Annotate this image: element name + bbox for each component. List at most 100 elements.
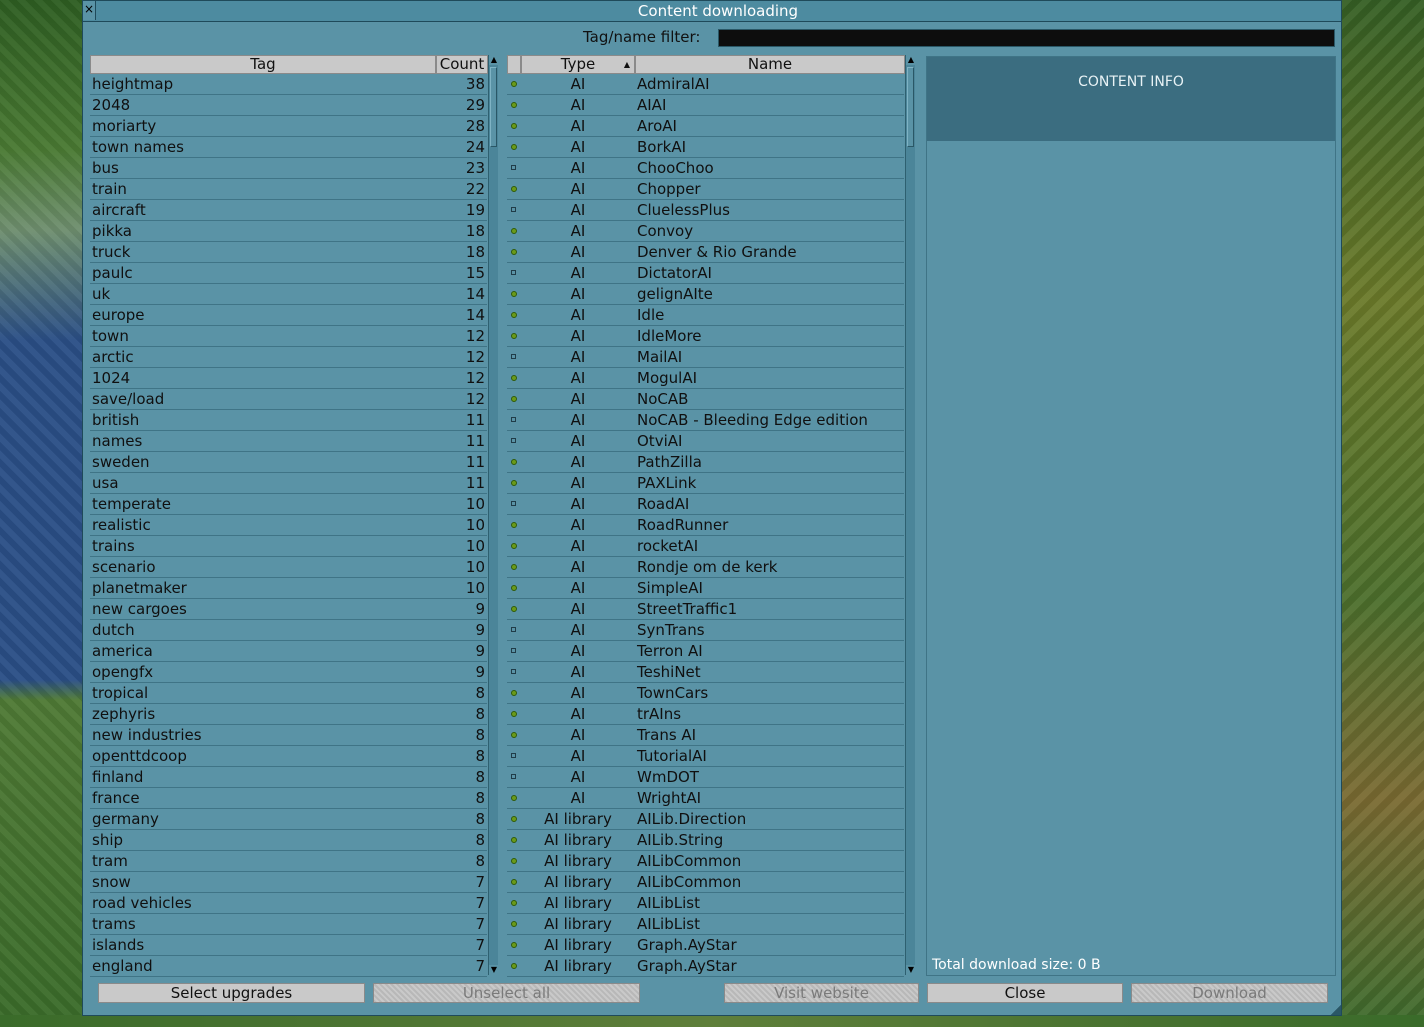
status-available-icon[interactable] — [511, 795, 517, 801]
content-row[interactable]: AI WmDOT — [507, 767, 904, 788]
status-available-icon[interactable] — [511, 480, 517, 486]
status-unavailable-icon[interactable] — [511, 438, 516, 443]
content-row[interactable]: AI library Graph.AyStar — [507, 956, 904, 977]
status-available-icon[interactable] — [511, 123, 517, 129]
type-column-header[interactable]: Type ▲ — [521, 55, 635, 74]
status-available-icon[interactable] — [511, 837, 517, 843]
status-unavailable-icon[interactable] — [511, 627, 516, 632]
scroll-down-icon[interactable]: ▼ — [906, 965, 916, 975]
status-available-icon[interactable] — [511, 711, 517, 717]
content-row[interactable]: AI NoCAB — [507, 389, 904, 410]
tag-row[interactable]: arctic 12 — [90, 347, 487, 368]
content-row[interactable]: AI IdleMore — [507, 326, 904, 347]
tag-row[interactable]: 1024 12 — [90, 368, 487, 389]
tag-column-header[interactable]: Tag — [90, 55, 436, 74]
tag-row[interactable]: france 8 — [90, 788, 487, 809]
status-available-icon[interactable] — [511, 900, 517, 906]
content-row[interactable]: AI RoadRunner — [507, 515, 904, 536]
content-row[interactable]: AI PAXLink — [507, 473, 904, 494]
status-available-icon[interactable] — [511, 879, 517, 885]
content-row[interactable]: AI library Graph.AyStar — [507, 935, 904, 956]
tag-row[interactable]: usa 11 — [90, 473, 487, 494]
content-list-scrollbar[interactable]: ▲ ▼ — [905, 55, 916, 975]
tag-row[interactable]: scenario 10 — [90, 557, 487, 578]
tag-row[interactable]: sweden 11 — [90, 452, 487, 473]
scroll-up-icon[interactable]: ▲ — [489, 55, 499, 65]
status-available-icon[interactable] — [511, 333, 517, 339]
content-row[interactable]: AI library AILib.String — [507, 830, 904, 851]
tag-row[interactable]: trams 7 — [90, 914, 487, 935]
status-unavailable-icon[interactable] — [511, 165, 516, 170]
tag-list-scrollbar[interactable]: ▲ ▼ — [488, 55, 499, 975]
tag-row[interactable]: england 7 — [90, 956, 487, 977]
select-upgrades-button[interactable]: Select upgrades — [98, 983, 365, 1003]
tag-row[interactable]: dutch 9 — [90, 620, 487, 641]
status-unavailable-icon[interactable] — [511, 669, 516, 674]
content-row[interactable]: AI SimpleAI — [507, 578, 904, 599]
content-row[interactable]: AI Terron AI — [507, 641, 904, 662]
tag-row[interactable]: tram 8 — [90, 851, 487, 872]
status-unavailable-icon[interactable] — [511, 753, 516, 758]
tag-row[interactable]: germany 8 — [90, 809, 487, 830]
tag-row[interactable]: town 12 — [90, 326, 487, 347]
resize-handle[interactable] — [1331, 1005, 1341, 1015]
content-row[interactable]: AI AdmiralAI — [507, 74, 904, 95]
tag-row[interactable]: islands 7 — [90, 935, 487, 956]
content-row[interactable]: AI AIAI — [507, 95, 904, 116]
title-bar[interactable]: × Content downloading — [83, 1, 1341, 22]
tag-row[interactable]: snow 7 — [90, 872, 487, 893]
content-row[interactable]: AI library AILib.Direction — [507, 809, 904, 830]
tag-row[interactable]: town names 24 — [90, 137, 487, 158]
status-unavailable-icon[interactable] — [511, 417, 516, 422]
status-available-icon[interactable] — [511, 606, 517, 612]
content-row[interactable]: AI PathZilla — [507, 452, 904, 473]
content-row[interactable]: AI library AILibList — [507, 914, 904, 935]
status-available-icon[interactable] — [511, 942, 517, 948]
content-row[interactable]: AI OtviAI — [507, 431, 904, 452]
content-row[interactable]: AI SynTrans — [507, 620, 904, 641]
status-available-icon[interactable] — [511, 963, 517, 969]
status-available-icon[interactable] — [511, 564, 517, 570]
status-unavailable-icon[interactable] — [511, 774, 516, 779]
content-row[interactable]: AI MailAI — [507, 347, 904, 368]
count-column-header[interactable]: Count — [436, 55, 488, 74]
status-available-icon[interactable] — [511, 375, 517, 381]
status-available-icon[interactable] — [511, 816, 517, 822]
content-row[interactable]: AI ChooChoo — [507, 158, 904, 179]
tag-row[interactable]: tropical 8 — [90, 683, 487, 704]
content-row[interactable]: AI Idle — [507, 305, 904, 326]
status-available-icon[interactable] — [511, 312, 517, 318]
content-scroll-thumb[interactable] — [907, 67, 914, 147]
close-button[interactable]: Close — [927, 983, 1123, 1003]
scroll-down-icon[interactable]: ▼ — [489, 965, 499, 975]
tag-row[interactable]: bus 23 — [90, 158, 487, 179]
content-row[interactable]: AI TeshiNet — [507, 662, 904, 683]
status-available-icon[interactable] — [511, 858, 517, 864]
tag-row[interactable]: planetmaker 10 — [90, 578, 487, 599]
content-row[interactable]: AI RoadAI — [507, 494, 904, 515]
download-button[interactable]: Download — [1131, 983, 1328, 1003]
status-unavailable-icon[interactable] — [511, 648, 516, 653]
scroll-up-icon[interactable]: ▲ — [906, 55, 916, 65]
status-unavailable-icon[interactable] — [511, 270, 516, 275]
content-row[interactable]: AI Rondje om de kerk — [507, 557, 904, 578]
status-available-icon[interactable] — [511, 732, 517, 738]
content-row[interactable]: AI Trans AI — [507, 725, 904, 746]
visit-website-button[interactable]: Visit website — [724, 983, 919, 1003]
content-row[interactable]: AI library AILibList — [507, 893, 904, 914]
tag-row[interactable]: pikka 18 — [90, 221, 487, 242]
content-row[interactable]: AI AroAI — [507, 116, 904, 137]
status-available-icon[interactable] — [511, 249, 517, 255]
tag-row[interactable]: train 22 — [90, 179, 487, 200]
content-row[interactable]: AI rocketAI — [507, 536, 904, 557]
status-unavailable-icon[interactable] — [511, 207, 516, 212]
tag-row[interactable]: finland 8 — [90, 767, 487, 788]
tag-row[interactable]: opengfx 9 — [90, 662, 487, 683]
tag-row[interactable]: names 11 — [90, 431, 487, 452]
tag-row[interactable]: ship 8 — [90, 830, 487, 851]
tag-row[interactable]: temperate 10 — [90, 494, 487, 515]
content-row[interactable]: AI Chopper — [507, 179, 904, 200]
content-row[interactable]: AI Denver & Rio Grande — [507, 242, 904, 263]
tag-name-filter-input[interactable] — [718, 29, 1335, 47]
status-unavailable-icon[interactable] — [511, 501, 516, 506]
